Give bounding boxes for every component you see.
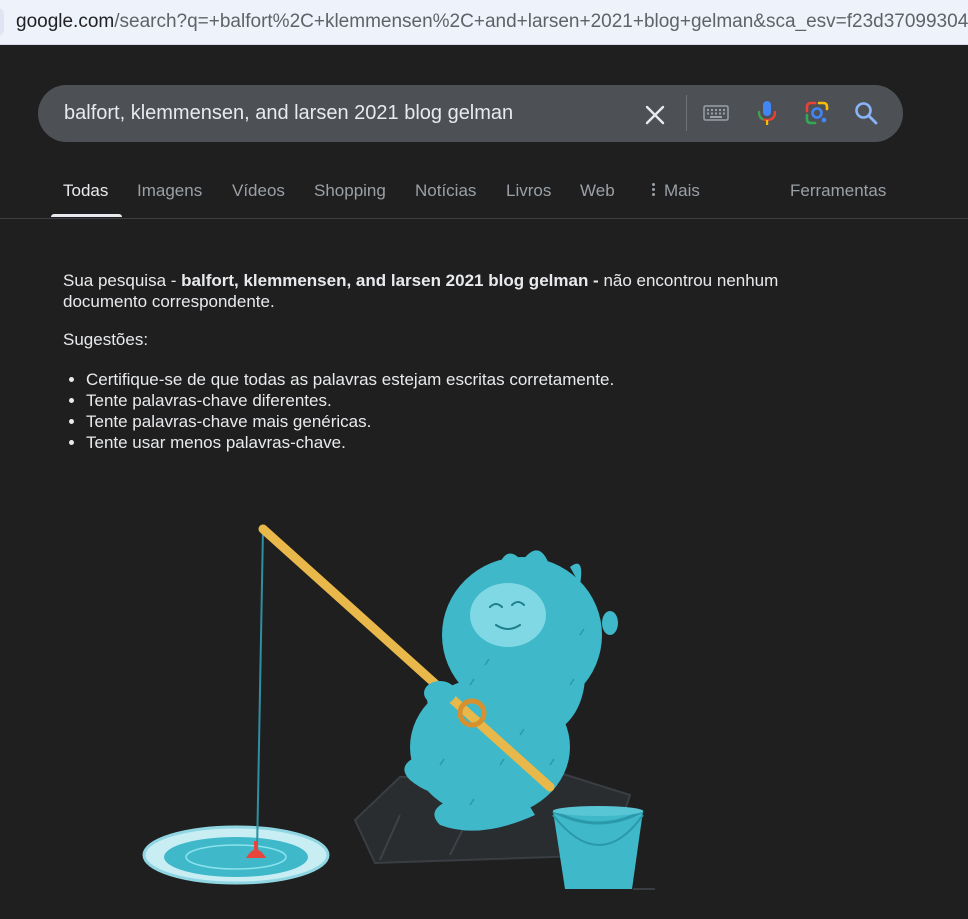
tab-mais[interactable]: Mais [652, 181, 700, 201]
google-lens-icon [805, 101, 829, 125]
suggestions-list: Certifique-se de que todas as palavras e… [63, 369, 614, 453]
tab-shopping[interactable]: Shopping [314, 181, 386, 201]
keyboard-icon [703, 105, 729, 121]
suggestion-item: Tente palavras-chave diferentes. [86, 390, 614, 411]
search-button[interactable] [852, 99, 880, 127]
fishing-creature-illustration [142, 524, 655, 890]
google-lens-button[interactable] [803, 99, 831, 127]
no-results-message: Sua pesquisa - balfort, klemmensen, and … [63, 270, 823, 312]
search-tabs: Todas Imagens Vídeos Shopping Notícias L… [0, 170, 968, 218]
url-text[interactable]: google.com/search?q=+balfort%2C+klemmens… [16, 11, 968, 33]
suggestions-title: Sugestões: [63, 330, 149, 349]
message-dash: - [588, 271, 604, 290]
tab-videos[interactable]: Vídeos [232, 181, 285, 201]
message-query: balfort, klemmensen, and larsen 2021 blo… [181, 271, 589, 290]
voice-search-button[interactable] [754, 98, 780, 128]
tab-todas[interactable]: Todas [63, 181, 108, 201]
search-input[interactable] [64, 101, 624, 125]
keyboard-button[interactable] [702, 102, 730, 124]
search-box [38, 85, 903, 142]
searchbox-divider [686, 95, 687, 131]
tab-web[interactable]: Web [580, 181, 615, 201]
tab-mais-label: Mais [664, 181, 700, 200]
tab-livros[interactable]: Livros [506, 181, 551, 201]
message-prefix: Sua pesquisa - [63, 271, 182, 290]
no-results-illustration [140, 515, 680, 905]
address-bar[interactable]: google.com/search?q=+balfort%2C+klemmens… [0, 0, 968, 45]
suggestion-item: Certifique-se de que todas as palavras e… [86, 369, 614, 390]
address-bar-edge [0, 8, 4, 36]
microphone-icon [757, 101, 777, 125]
close-icon [645, 105, 665, 125]
clear-search-button[interactable] [641, 101, 669, 129]
suggestion-item: Tente palavras-chave mais genéricas. [86, 411, 614, 432]
tools-button[interactable]: Ferramentas [790, 181, 886, 201]
more-vert-icon [652, 181, 656, 198]
tabs-divider [0, 218, 968, 219]
tab-imagens[interactable]: Imagens [137, 181, 202, 201]
suggestion-item: Tente usar menos palavras-chave. [86, 432, 614, 453]
fishing-line [256, 528, 264, 854]
tab-noticias[interactable]: Notícias [415, 181, 476, 201]
active-tab-indicator [51, 214, 122, 217]
url-path: /search?q=+balfort%2C+klemmensen%2C+and+… [114, 11, 968, 32]
creature-face [470, 583, 546, 647]
search-icon [855, 102, 878, 125]
url-host: google.com [16, 11, 115, 32]
